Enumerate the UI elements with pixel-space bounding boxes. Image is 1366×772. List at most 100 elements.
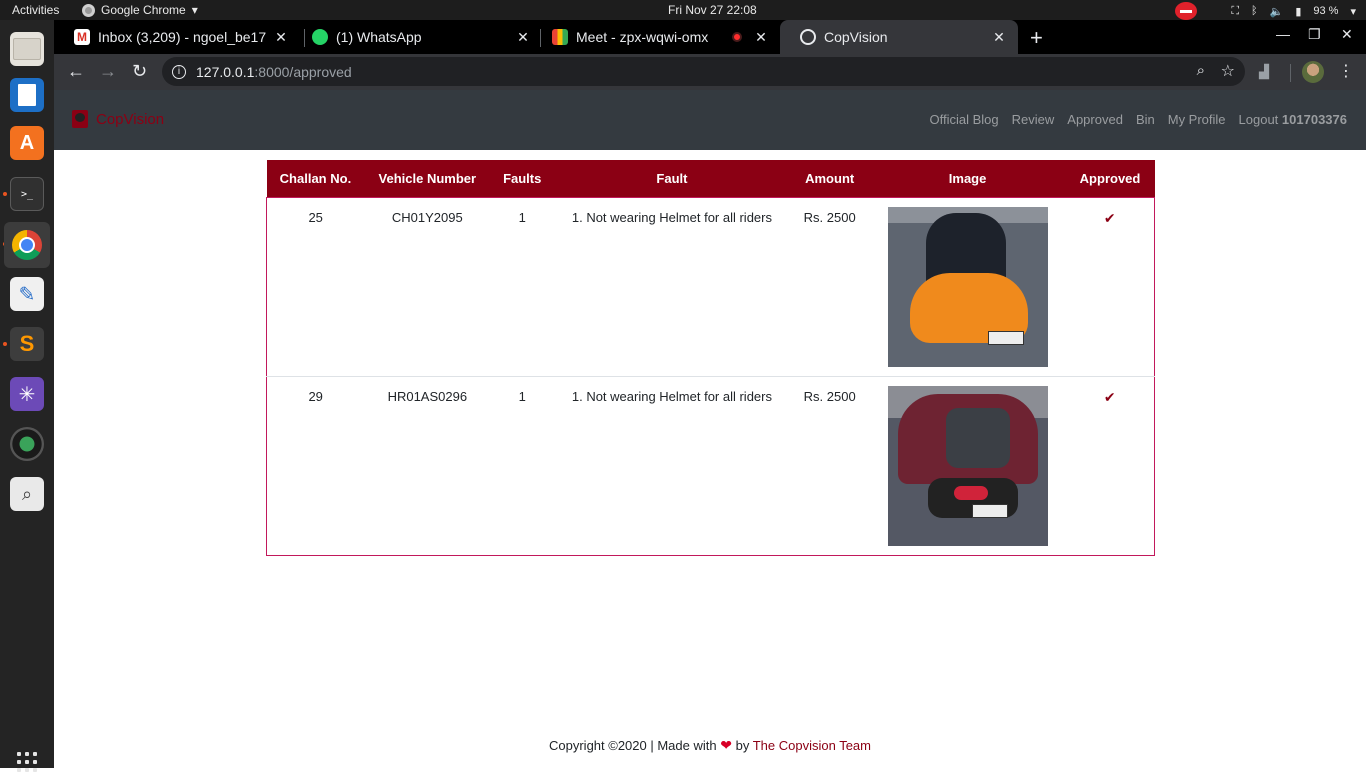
faults-count: 1	[518, 209, 526, 225]
menu-icon[interactable]: ⋮	[1338, 61, 1354, 81]
amount: Rs. 2500	[803, 209, 856, 225]
system-top-bar: Activities Google Chrome ▾ Fri Nov 27 22…	[0, 0, 1366, 20]
dock: A >_ ✎ S ✳ ⌕	[0, 20, 54, 772]
site-info-icon[interactable]: i	[172, 64, 186, 79]
column-header: Vehicle Number	[364, 160, 491, 197]
footer: Copyright ©2020 | Made with ❤ by The Cop…	[54, 737, 1366, 754]
nav-review[interactable]: Review	[1012, 112, 1055, 127]
sublime-text-icon[interactable]: S	[10, 327, 44, 361]
address-bar[interactable]: i 127.0.0.1 :8000/approved ⌕ ☆	[162, 57, 1245, 86]
table-row: 25 CH01Y2095 1 1. Not wearing Helmet for…	[267, 197, 1155, 376]
logout-label: Logout	[1238, 112, 1279, 127]
app-menu-label: Google Chrome	[101, 3, 186, 17]
vehicle-number: HR01AS0296	[364, 375, 491, 555]
camera-icon[interactable]	[10, 427, 44, 461]
close-icon[interactable]: ✕	[270, 29, 292, 46]
window-close-icon[interactable]: ✕	[1341, 26, 1353, 43]
challan-no: 25	[308, 209, 323, 225]
clock[interactable]: Fri Nov 27 22:08	[668, 3, 757, 17]
new-tab-button[interactable]: +	[1030, 25, 1043, 51]
zoom-icon[interactable]: ⌕	[1197, 62, 1205, 79]
tab-whatsapp[interactable]: (1) WhatsApp ✕	[292, 20, 542, 54]
activities-button[interactable]: Activities	[12, 3, 59, 17]
heart-icon: ❤	[720, 737, 732, 753]
whatsapp-icon	[312, 29, 328, 45]
approved-challans-table: Challan No. Vehicle Number Faults Fault …	[266, 160, 1155, 556]
tab-gmail[interactable]: M Inbox (3,209) - ngoel_be17 ✕	[54, 20, 300, 54]
tab-title: Inbox (3,209) - ngoel_be17	[98, 29, 267, 45]
nav-logout[interactable]: Logout 101703376	[1239, 112, 1347, 127]
terminal-icon[interactable]: >_	[10, 177, 44, 211]
column-header: Image	[869, 160, 1066, 197]
bookmark-star-icon[interactable]: ☆	[1221, 61, 1235, 81]
text-editor-icon[interactable]: ✎	[10, 277, 44, 311]
software-store-icon[interactable]: A	[10, 126, 44, 160]
vehicle-number: CH01Y2095	[391, 209, 463, 225]
running-indicator	[3, 192, 7, 196]
team-link[interactable]: The Copvision Team	[753, 738, 871, 753]
close-icon[interactable]: ✕	[512, 29, 534, 46]
minimize-icon[interactable]: —	[1276, 26, 1290, 42]
show-applications-icon[interactable]	[17, 752, 37, 772]
table-header-row: Challan No. Vehicle Number Faults Fault …	[266, 160, 1155, 197]
reload-icon[interactable]: ↻	[132, 61, 147, 82]
user-id: 101703376	[1281, 112, 1347, 127]
backpack-shape	[945, 407, 1010, 468]
faults-count: 1	[490, 375, 555, 555]
avatar[interactable]	[1302, 61, 1324, 83]
do-not-disturb-icon[interactable]	[1175, 2, 1198, 20]
close-icon[interactable]: ✕	[750, 29, 772, 46]
back-icon[interactable]: ←	[67, 61, 85, 82]
writer-icon[interactable]	[10, 78, 44, 112]
meet-icon	[552, 29, 568, 45]
nav-official-blog[interactable]: Official Blog	[930, 112, 999, 127]
app-menu[interactable]: Google Chrome ▾	[82, 3, 198, 17]
tab-title: Meet - zpx-wqwi-omx	[576, 29, 709, 45]
copyright-text: Copyright ©2020 | Made with	[549, 738, 717, 753]
tab-title: (1) WhatsApp	[336, 29, 422, 45]
column-header: Amount	[789, 160, 870, 197]
plate-shape	[971, 503, 1008, 518]
brand-name: CopVision	[96, 110, 165, 128]
column-header: Faults	[490, 160, 555, 197]
copvision-logo-icon	[72, 110, 88, 128]
tab-meet[interactable]: Meet - zpx-wqwi-omx ✕	[532, 20, 780, 54]
nav-bin[interactable]: Bin	[1136, 112, 1155, 127]
nav-my-profile[interactable]: My Profile	[1168, 112, 1226, 127]
battery-level: 93 %	[1313, 5, 1339, 17]
approved-cell: ✔	[1065, 375, 1155, 555]
recording-icon	[732, 32, 742, 42]
battery-icon: ▮	[1295, 5, 1302, 18]
system-tray[interactable]: ⛶ ᛒ 🔈 ▮ 93 % ▾	[1175, 2, 1356, 20]
chevron-down-icon: ▾	[1350, 5, 1356, 18]
network-icon: ⛶	[1231, 4, 1240, 17]
column-header: Challan No.	[266, 160, 365, 197]
maximize-icon[interactable]: ❐	[1308, 26, 1321, 43]
column-header: Approved	[1065, 160, 1155, 197]
tab-copvision[interactable]: CopVision ✕	[780, 20, 1018, 54]
files-icon[interactable]	[10, 32, 44, 66]
forward-icon[interactable]: →	[99, 61, 117, 82]
browser-toolbar: ← → ↻ i 127.0.0.1 :8000/approved ⌕ ☆ ▟ ⋮	[54, 54, 1366, 90]
plate-shape	[987, 330, 1024, 345]
footer-by: by	[735, 738, 750, 753]
search-icon[interactable]: ⌕	[10, 477, 44, 511]
violation-photo[interactable]	[887, 385, 1048, 546]
tab-title: CopVision	[824, 29, 888, 45]
nav-approved[interactable]: Approved	[1067, 112, 1123, 127]
extension-icon[interactable]: ▟	[1259, 64, 1269, 80]
brand[interactable]: CopVision	[72, 110, 164, 128]
nav-links: Official Blog Review Approved Bin My Pro…	[930, 112, 1347, 127]
close-icon[interactable]: ✕	[988, 29, 1010, 46]
volume-icon: 🔈	[1269, 5, 1284, 18]
approved-cell: ✔	[1066, 197, 1155, 376]
gmail-icon: M	[74, 29, 90, 45]
chrome-dock-item[interactable]	[4, 222, 50, 268]
violation-photo[interactable]	[887, 206, 1048, 367]
network-app-icon[interactable]: ✳	[10, 377, 44, 411]
chrome-icon	[82, 3, 95, 17]
bluetooth-icon: ᛒ	[1251, 5, 1258, 17]
page: CopVision Official Blog Review Approved …	[54, 90, 1366, 768]
fault-description: 1. Not wearing Helmet for all riders	[554, 375, 790, 555]
checkmark-icon: ✔	[1103, 388, 1116, 405]
